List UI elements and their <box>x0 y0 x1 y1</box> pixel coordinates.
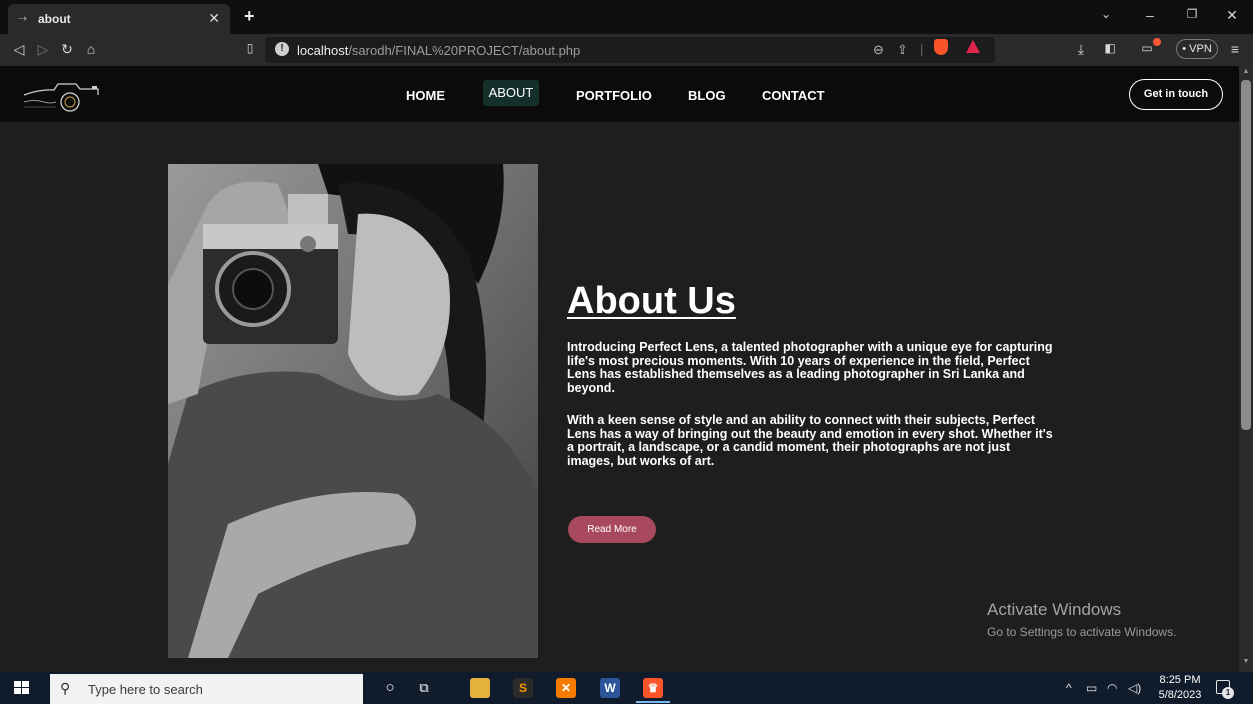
get-in-touch-button[interactable]: Get in touch <box>1129 79 1223 110</box>
zoom-icon[interactable]: ⊖ <box>873 42 884 58</box>
download-icon[interactable]: ⤓ <box>1072 41 1090 58</box>
browser-tab[interactable]: ⇢ about ✕ <box>8 4 230 34</box>
read-more-button[interactable]: Read More <box>568 516 656 543</box>
bookmark-icon[interactable]: ▯ <box>241 41 259 55</box>
tray-chevron-icon[interactable]: ^ <box>1066 681 1072 695</box>
nav-contact[interactable]: CONTACT <box>762 88 825 103</box>
nav-home[interactable]: HOME <box>406 88 445 103</box>
url-text[interactable]: localhost/sarodh/FINAL%20PROJECT/about.p… <box>297 43 580 58</box>
brave-rewards-icon[interactable] <box>966 40 980 53</box>
xampp-icon[interactable]: ✕ <box>556 678 576 698</box>
volume-icon[interactable]: ◁) <box>1128 681 1141 695</box>
tab-loading-icon: ⇢ <box>18 13 28 25</box>
browser-toolbar: ◁ ▷ ↻ ⌂ ▯ ! localhost/sarodh/FINAL%20PRO… <box>0 34 1253 66</box>
nav-about[interactable]: ABOUT <box>483 80 539 106</box>
forward-arrow-icon[interactable]: ▷ <box>34 41 52 58</box>
camera-logo-icon[interactable] <box>20 75 102 113</box>
page-scrollbar[interactable]: ▲ ▼ <box>1239 66 1253 672</box>
notification-dot <box>1153 38 1161 46</box>
divider: | <box>920 42 924 57</box>
brave-browser-icon[interactable]: ♛ <box>643 678 663 698</box>
restore-window-button[interactable]: ❐ <box>1182 7 1202 21</box>
share-icon[interactable]: ⇪ <box>897 42 908 58</box>
home-icon[interactable]: ⌂ <box>82 41 100 57</box>
close-tab-icon[interactable]: ✕ <box>208 10 220 27</box>
scrollbar-thumb[interactable] <box>1241 80 1251 430</box>
hamburger-menu-icon[interactable]: ≡ <box>1226 41 1244 57</box>
sidebar-icon[interactable]: ◧ <box>1101 41 1119 55</box>
windows-start-icon[interactable] <box>14 681 30 695</box>
clock-date[interactable]: 5/8/2023 <box>1155 689 1205 701</box>
activate-windows-title: Activate Windows <box>987 600 1122 619</box>
activate-windows-subtitle: Go to Settings to activate Windows. <box>987 625 1177 639</box>
nav-portfolio[interactable]: PORTFOLIO <box>576 88 652 103</box>
close-window-button[interactable]: ✕ <box>1222 7 1242 24</box>
sublime-text-icon[interactable]: S <box>513 678 533 698</box>
address-bar[interactable]: ! localhost/sarodh/FINAL%20PROJECT/about… <box>265 37 995 63</box>
taskbar-search-box[interactable]: ⚲ Type here to search <box>50 674 363 704</box>
minimize-window-button[interactable]: – <box>1140 7 1160 23</box>
notification-count-badge: 1 <box>1222 687 1234 699</box>
search-placeholder: Type here to search <box>88 682 203 697</box>
nav-blog[interactable]: BLOG <box>688 88 726 103</box>
search-icon: ⚲ <box>60 680 71 696</box>
info-icon[interactable]: ! <box>275 42 289 56</box>
active-app-indicator <box>636 701 670 703</box>
reload-icon[interactable]: ↻ <box>58 41 76 58</box>
url-path: /sarodh/FINAL%20PROJECT/about.php <box>348 43 581 58</box>
battery-icon[interactable]: ▭ <box>1086 681 1097 695</box>
windows-taskbar: ⚲ Type here to search ○ ⧉ S ✕ W ♛ ^ ▭ ◠ … <box>0 672 1253 704</box>
file-explorer-icon[interactable] <box>470 678 490 698</box>
new-tab-button[interactable]: + <box>244 6 255 27</box>
url-host: localhost <box>297 43 349 58</box>
about-paragraph-1: Introducing Perfect Lens, a talented pho… <box>567 340 1053 395</box>
browser-tab-strip: ⇢ about ✕ + ⌄ – ❐ ✕ <box>0 0 1253 34</box>
about-paragraph-2: With a keen sense of style and an abilit… <box>567 413 1053 468</box>
photographer-photo <box>168 164 538 658</box>
word-icon[interactable]: W <box>600 678 620 698</box>
cortana-icon[interactable]: ○ <box>380 678 400 698</box>
vpn-button[interactable]: • VPN <box>1176 39 1218 59</box>
scroll-down-arrow-icon[interactable]: ▼ <box>1241 658 1251 665</box>
tab-list-chevron-icon[interactable]: ⌄ <box>1096 7 1116 21</box>
tab-title: about <box>38 12 71 26</box>
brave-shields-icon[interactable] <box>934 39 948 55</box>
site-header: HOME ABOUT PORTFOLIO BLOG CONTACT Get in… <box>0 66 1239 122</box>
about-title: About Us <box>567 280 736 322</box>
clock-time[interactable]: 8:25 PM <box>1155 674 1205 686</box>
scroll-up-arrow-icon[interactable]: ▲ <box>1241 68 1251 75</box>
about-section: About Us Introducing Perfect Lens, a tal… <box>0 122 1239 672</box>
task-view-icon[interactable]: ⧉ <box>414 678 434 698</box>
back-arrow-icon[interactable]: ◁ <box>10 41 28 58</box>
wifi-icon[interactable]: ◠ <box>1107 681 1117 695</box>
